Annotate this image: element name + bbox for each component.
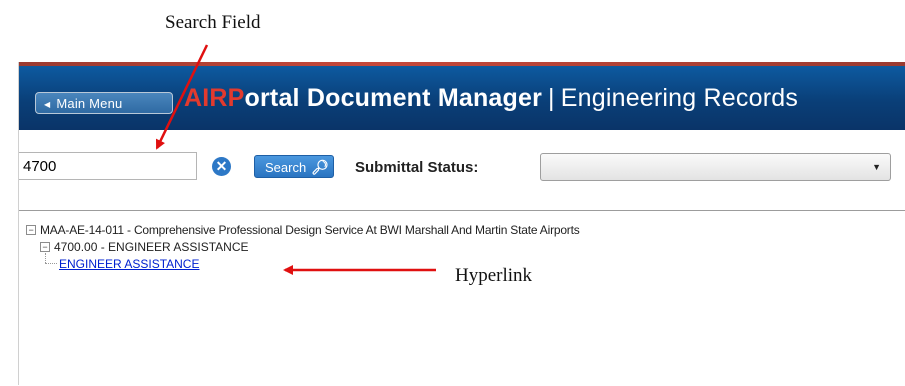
collapse-toggle-icon[interactable]: − bbox=[26, 225, 36, 235]
title-accent: AIRP bbox=[184, 84, 245, 112]
search-toolbar: 4700 ✕ Search 🔎︎ Submittal Status: ▼ bbox=[19, 130, 905, 202]
app-title: AIRPortal Document Manager | Engineering R… bbox=[184, 84, 798, 113]
tree-node-root[interactable]: − MAA-AE-14-011 - Comprehensive Professio… bbox=[26, 223, 580, 237]
x-circle-icon: ✕ bbox=[215, 158, 228, 174]
tree-node-child-label: 4700.00 - ENGINEER ASSISTANCE bbox=[54, 240, 249, 254]
collapse-toggle-icon[interactable]: − bbox=[40, 242, 50, 252]
callout-hyperlink-label: Hyperlink bbox=[455, 265, 533, 286]
triangle-left-icon: ◀ bbox=[44, 100, 51, 109]
search-input[interactable]: 4700 bbox=[19, 152, 197, 180]
tree-node-child[interactable]: −4700.00 - ENGINEER ASSISTANCE bbox=[40, 240, 249, 254]
title-divider: | bbox=[548, 84, 555, 112]
tree-connector bbox=[45, 253, 46, 263]
clear-search-button[interactable]: ✕ bbox=[212, 157, 231, 176]
magnifier-icon: 🔎︎ bbox=[311, 159, 329, 175]
search-button[interactable]: Search 🔎︎ bbox=[254, 155, 334, 178]
title-main: ortal Document Manager bbox=[244, 84, 543, 112]
tree-connector bbox=[45, 263, 57, 264]
submittal-status-select[interactable]: ▼ bbox=[540, 153, 891, 181]
app-header: ◀ Main Menu AIRPortal Document Manager | En… bbox=[19, 66, 905, 131]
tree-node-root-label: MAA-AE-14-011 - Comprehensive Profession… bbox=[40, 223, 580, 237]
chevron-down-icon: ▼ bbox=[872, 162, 881, 172]
main-menu-label: Main Menu bbox=[56, 96, 123, 111]
results-tree: − MAA-AE-14-011 - Comprehensive Professio… bbox=[19, 210, 905, 386]
callout-search-field-label: Search Field bbox=[165, 12, 261, 33]
tree-node-leaf[interactable]: ENGINEER ASSISTANCE bbox=[59, 257, 199, 271]
title-subtitle: Engineering Records bbox=[560, 84, 799, 112]
engineer-assistance-link[interactable]: ENGINEER ASSISTANCE bbox=[59, 257, 199, 271]
submittal-status-label: Submittal Status: bbox=[355, 159, 479, 176]
document-manager-window: ◀ Main Menu AIRPortal Document Manager | En… bbox=[18, 62, 905, 386]
search-button-label: Search bbox=[265, 160, 307, 175]
main-menu-button[interactable]: ◀ Main Menu bbox=[35, 92, 173, 114]
